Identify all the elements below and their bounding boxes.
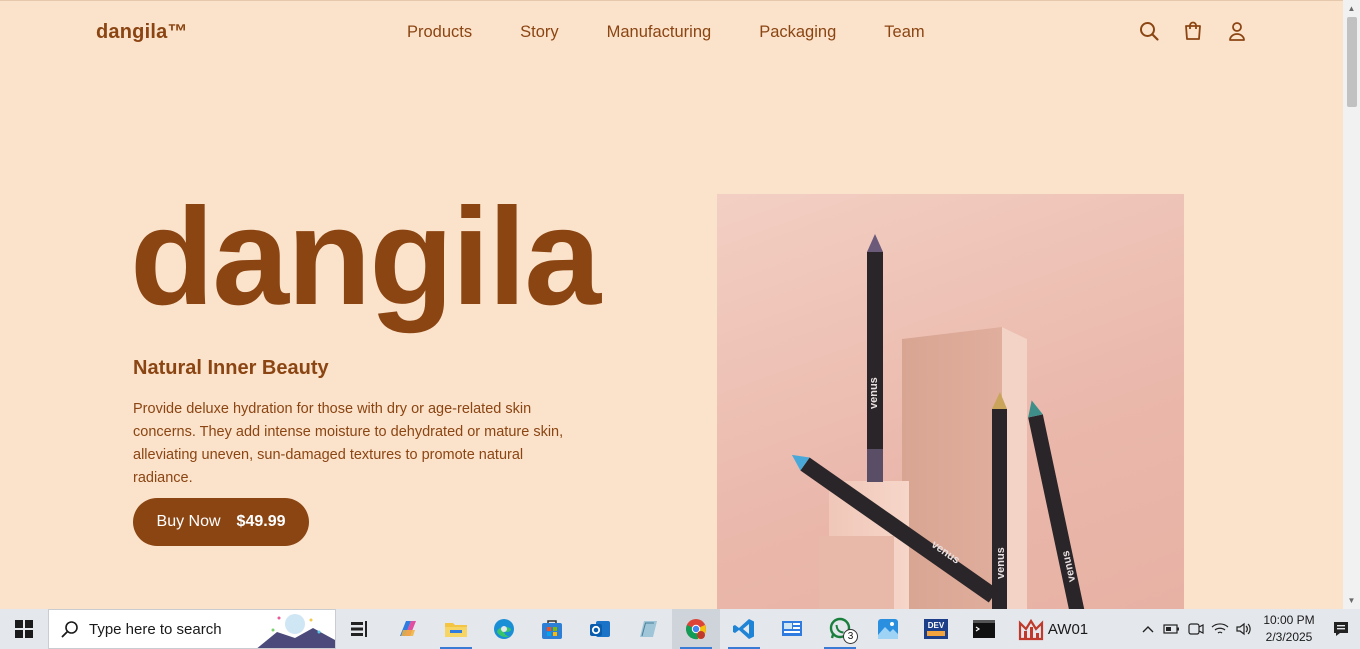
product-photo: venus venus venus venus [717, 194, 1184, 609]
windows-taskbar: Type here to search 3 DEV AW01 10:00 PM … [0, 609, 1360, 649]
browser-page: dangila™ Products Story Manufacturing Pa… [0, 0, 1343, 609]
pencil-vertical: venus [867, 234, 883, 482]
aw01-label: AW01 [1047, 620, 1089, 638]
aw01-icon [1018, 618, 1043, 641]
notifications-icon[interactable] [1322, 620, 1360, 638]
copilot-icon[interactable] [384, 609, 432, 649]
pedestal-lower [819, 536, 894, 609]
nav-item-manufacturing[interactable]: Manufacturing [607, 23, 712, 42]
nav-item-team[interactable]: Team [884, 23, 924, 42]
scrollbar-thumb[interactable] [1347, 17, 1357, 107]
terminal-icon[interactable] [960, 609, 1008, 649]
main-nav: Products Story Manufacturing Packaging T… [407, 23, 925, 42]
nav-item-packaging[interactable]: Packaging [759, 23, 836, 42]
pencil-brand-label: venus [995, 547, 1007, 579]
clock-date: 2/3/2025 [1265, 630, 1313, 644]
nav-item-story[interactable]: Story [520, 23, 559, 42]
battery-icon[interactable] [1160, 609, 1184, 649]
control-panel-icon[interactable] [768, 609, 816, 649]
hero-description: Provide deluxe hydration for those with … [133, 401, 564, 486]
volume-icon[interactable] [1232, 609, 1256, 649]
edge-icon[interactable] [480, 609, 528, 649]
devexpress-icon[interactable]: DEV [912, 609, 960, 649]
pencils-illustration: venus venus venus venus [791, 234, 1087, 609]
meet-now-icon[interactable] [1184, 609, 1208, 649]
vscode-icon[interactable] [720, 609, 768, 649]
svg-text:DEV: DEV [928, 621, 945, 630]
taskbar-clock[interactable]: 10:00 PM 2/3/2025 [1256, 612, 1322, 646]
search-icon[interactable] [1138, 20, 1160, 42]
hero-title: dangila [130, 180, 601, 334]
search-icon [61, 621, 78, 638]
buy-now-button[interactable]: Buy Now $49.99 [133, 498, 309, 546]
outlook-icon[interactable] [576, 609, 624, 649]
file-explorer-icon[interactable] [432, 609, 480, 649]
brand-logo[interactable]: dangila™ [96, 21, 188, 44]
pencil-brand-label: venus [868, 377, 880, 409]
whatsapp-badge: 3 [843, 629, 858, 644]
task-view-icon[interactable] [336, 609, 384, 649]
search-placeholder: Type here to search [89, 620, 222, 638]
search-highlight-art [257, 614, 335, 648]
store-icon[interactable] [528, 609, 576, 649]
show-hidden-icons-chevron-icon[interactable] [1136, 609, 1160, 649]
header-actions [1138, 20, 1248, 42]
user-icon[interactable] [1226, 20, 1248, 42]
notepad-icon[interactable] [624, 609, 672, 649]
buy-now-label: Buy Now [156, 513, 221, 530]
hero-subtitle: Natural Inner Beauty [133, 357, 329, 379]
photos-icon[interactable] [864, 609, 912, 649]
wifi-icon[interactable] [1208, 609, 1232, 649]
whatsapp-icon[interactable]: 3 [816, 609, 864, 649]
scroll-down-arrow-icon[interactable]: ▼ [1343, 592, 1360, 609]
windows-start-icon[interactable] [0, 609, 48, 649]
clock-time: 10:00 PM [1263, 613, 1315, 627]
site-header: dangila™ Products Story Manufacturing Pa… [0, 0, 1343, 66]
pencil-right-2: venus [1028, 400, 1087, 609]
buy-now-price: $49.99 [236, 513, 286, 530]
page-scrollbar[interactable]: ▲ ▼ [1343, 0, 1360, 609]
aw01-app[interactable]: AW01 [1008, 609, 1098, 649]
system-tray: 10:00 PM 2/3/2025 [1136, 609, 1360, 649]
cart-icon[interactable] [1182, 20, 1204, 42]
scroll-up-arrow-icon[interactable]: ▲ [1343, 0, 1360, 17]
taskbar-search[interactable]: Type here to search [48, 609, 336, 649]
chrome-icon[interactable] [672, 609, 720, 649]
pencil-right-1: venus [992, 392, 1007, 609]
nav-item-products[interactable]: Products [407, 23, 472, 42]
